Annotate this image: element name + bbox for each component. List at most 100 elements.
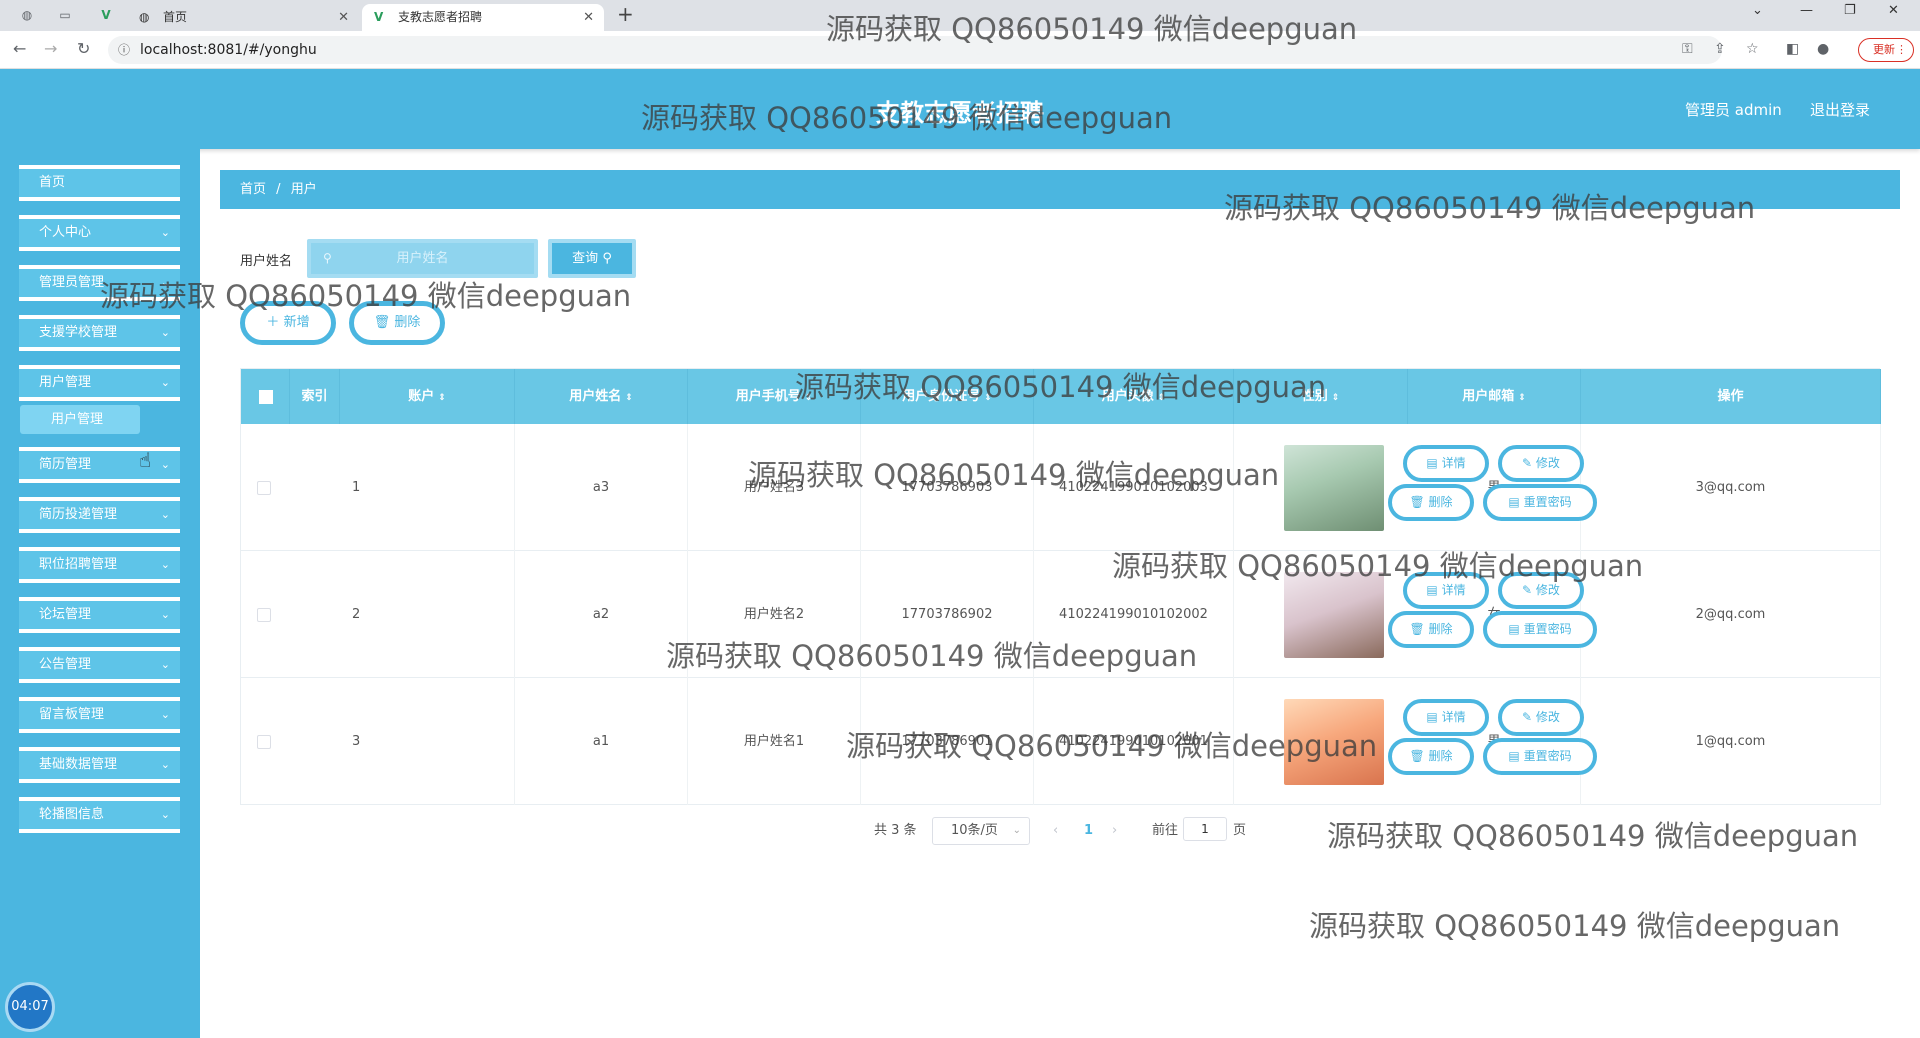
prev-page-icon[interactable]: ‹ [1053, 817, 1058, 845]
detail-button[interactable]: ▤ 详情 [1403, 445, 1489, 482]
reset-password-button-label: 重置密码 [1523, 749, 1572, 763]
chevron-down-icon: ⌄ [160, 326, 170, 339]
edit-button[interactable]: ✎ 修改 [1498, 699, 1584, 736]
vue-icon[interactable]: V [97, 6, 115, 24]
tab-title: 支教志愿者招聘 [398, 10, 483, 24]
column-header: 索引 [290, 369, 340, 424]
update-label: 更新 [1873, 43, 1895, 56]
sidebar-subitem-user-manage[interactable]: 用户管理 [20, 405, 140, 434]
column-header[interactable]: 用户姓名 ⇕ [515, 369, 688, 424]
close-icon[interactable]: ✕ [338, 4, 349, 31]
restore-icon[interactable]: ❐ [1844, 3, 1856, 18]
detail-button[interactable]: ▤ 详情 [1403, 699, 1489, 736]
search-placeholder: 用户姓名 [396, 251, 449, 266]
goto-page-input[interactable]: 1 [1183, 817, 1227, 841]
forward-icon[interactable]: → [44, 39, 57, 58]
row-checkbox[interactable] [257, 481, 271, 495]
edit-button[interactable]: ✎ 修改 [1498, 445, 1584, 482]
admin-user-label: 管理员 admin [1685, 101, 1782, 119]
next-page-icon[interactable]: › [1112, 817, 1117, 845]
trash-icon: 🗑 [373, 315, 391, 330]
sidebar-item[interactable]: 简历管理 ⌄ [19, 447, 180, 483]
sort-icon[interactable]: ⇕ [438, 393, 446, 403]
sort-icon[interactable]: ⇕ [1518, 393, 1526, 403]
page-size-select[interactable]: 10条/页 ⌄ [932, 817, 1030, 845]
sort-icon[interactable]: ⇕ [1332, 393, 1340, 403]
document-icon: ▤ [1508, 749, 1524, 763]
reset-password-button[interactable]: ▤ 重置密码 [1483, 738, 1597, 775]
search-label: 用户姓名 [240, 254, 293, 269]
breadcrumb-home[interactable]: 首页 [240, 182, 266, 197]
edit-button-label: 修改 [1535, 710, 1560, 724]
chevron-down-icon: ⌄ [160, 658, 170, 671]
sidebar-item[interactable]: 个人中心 ⌄ [19, 215, 180, 251]
watermark-text: 源码获取 QQ86050149 微信deepguan [795, 370, 1327, 404]
sidebar-item[interactable]: 支援学校管理 ⌄ [19, 315, 180, 351]
chevron-down-icon: ⌄ [160, 558, 170, 571]
chevron-down-icon: ⌄ [160, 226, 170, 239]
chevron-down-icon: ⌄ [1012, 825, 1021, 836]
sidebar-item-label: 基础数据管理 [39, 757, 118, 772]
reset-password-button[interactable]: ▤ 重置密码 [1483, 611, 1597, 648]
sidebar-item[interactable]: 轮播图信息 ⌄ [19, 797, 180, 833]
back-icon[interactable]: ← [13, 39, 26, 58]
sidebar-item[interactable]: 职位招聘管理 ⌄ [19, 547, 180, 583]
key-icon[interactable]: ⚿ [1682, 41, 1693, 57]
reload-icon[interactable]: ↻ [77, 39, 90, 58]
share-icon[interactable]: ⇪ [1714, 41, 1726, 57]
sidebar-item[interactable]: 首页 [19, 165, 180, 201]
window-close-icon[interactable]: ✕ [1888, 3, 1899, 18]
sidebar-item[interactable]: 公告管理 ⌄ [19, 647, 180, 683]
page-suffix: 页 [1233, 823, 1247, 838]
select-all-checkbox[interactable] [259, 390, 273, 404]
pencil-icon: ✎ [1522, 583, 1536, 597]
page-number-current[interactable]: 1 [1084, 817, 1093, 845]
delete-button[interactable]: 🗑 删除 [1388, 738, 1474, 775]
new-tab-icon[interactable]: + [617, 2, 634, 26]
watermark-text: 源码获取 QQ86050149 微信deepguan [1327, 819, 1859, 853]
sidebar-item-label: 职位招聘管理 [39, 557, 118, 572]
delete-button-label: 删除 [1428, 495, 1453, 509]
column-header[interactable]: 用户邮箱 ⇕ [1408, 369, 1581, 424]
tab-strip-icon[interactable]: ▭ [56, 6, 74, 24]
profile-icon[interactable]: ● [1817, 41, 1829, 57]
delete-button[interactable]: 🗑 删除 [1388, 484, 1474, 521]
sidebar-item[interactable]: 基础数据管理 ⌄ [19, 747, 180, 783]
column-header-label: 操作 [1717, 389, 1744, 404]
sidepanel-icon[interactable]: ◧ [1786, 41, 1799, 57]
sidebar-item[interactable]: 用户管理 ⌄ [19, 365, 180, 401]
sort-icon[interactable]: ⇕ [625, 393, 633, 403]
column-header-label: 用户姓名 [569, 389, 622, 404]
chevron-down-icon: ⌄ [160, 458, 170, 471]
row-checkbox[interactable] [257, 608, 271, 622]
star-icon[interactable]: ☆ [1746, 41, 1759, 57]
sidebar-item-label: 个人中心 [39, 225, 92, 240]
minimize-icon[interactable]: — [1800, 3, 1813, 18]
column-header-label: 账户 [408, 389, 435, 404]
reset-password-button[interactable]: ▤ 重置密码 [1483, 484, 1597, 521]
browser-tab-active[interactable]: V 支教志愿者招聘 ✕ [362, 4, 604, 31]
close-icon[interactable]: ✕ [583, 4, 594, 31]
sidebar-item[interactable]: 留言板管理 ⌄ [19, 697, 180, 733]
row-checkbox[interactable] [257, 735, 271, 749]
logout-link[interactable]: 退出登录 [1810, 99, 1870, 120]
sidebar-item[interactable]: 简历投递管理 ⌄ [19, 497, 180, 533]
column-header-label: 用户邮箱 [1462, 389, 1515, 404]
globe-icon[interactable]: ◍ [18, 6, 36, 24]
watermark-text: 源码获取 QQ86050149 微信deepguan [826, 12, 1358, 46]
cell-account: a3 [515, 424, 688, 551]
user-avatar-image[interactable] [1284, 445, 1384, 531]
sidebar-item[interactable]: 论坛管理 ⌄ [19, 597, 180, 633]
sidebar-item-label: 首页 [39, 175, 66, 190]
sidebar-item-label: 用户管理 [39, 375, 92, 390]
delete-button-label: 删除 [394, 315, 421, 330]
trash-icon: 🗑 [1409, 622, 1429, 636]
info-icon[interactable]: ⓘ [118, 36, 130, 64]
tab-search-icon[interactable]: ⌄ [1752, 3, 1763, 18]
delete-button[interactable]: 🗑 删除 [1388, 611, 1474, 648]
watermark-text: 源码获取 QQ86050149 微信deepguan [641, 101, 1173, 135]
column-header[interactable]: 账户 ⇕ [340, 369, 515, 424]
browser-tab-home[interactable]: ◍ 首页 ✕ [127, 4, 359, 31]
update-button[interactable]: 更新 ⋮ [1858, 38, 1914, 62]
sidebar-item-label: 论坛管理 [39, 607, 92, 622]
